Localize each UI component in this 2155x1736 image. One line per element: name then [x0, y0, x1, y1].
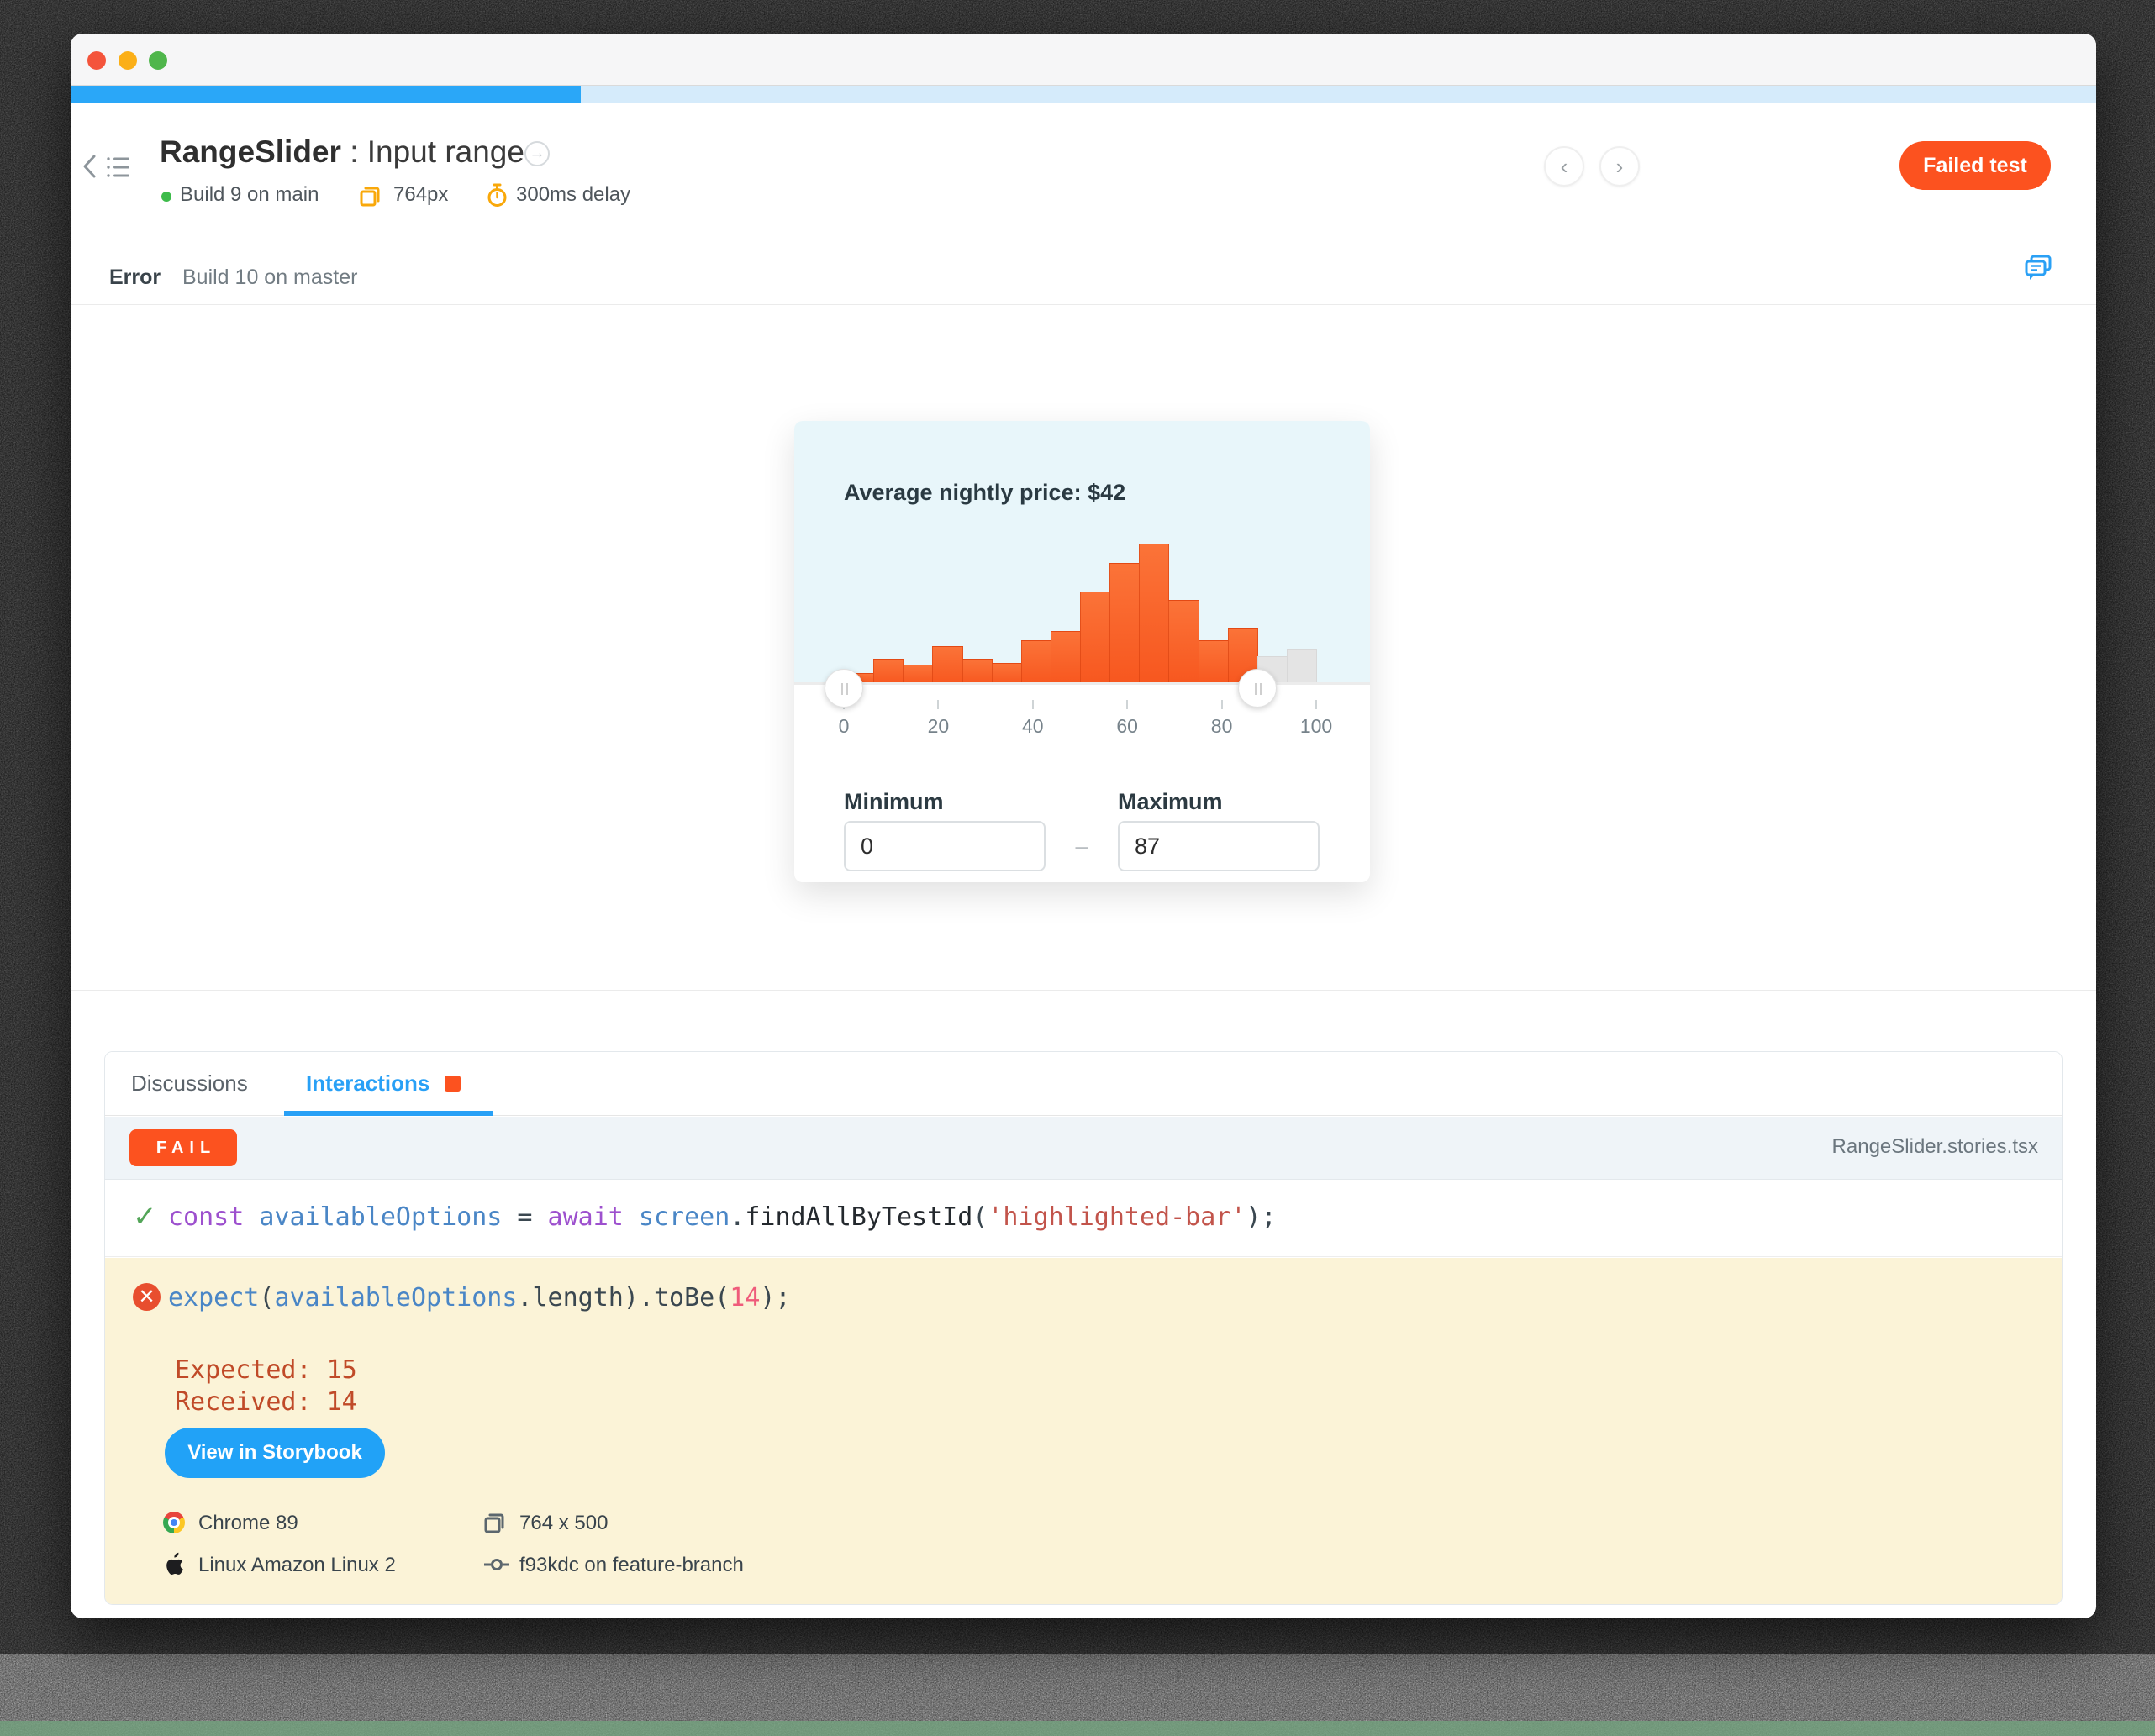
build-badge: Build 9 on main [180, 183, 319, 206]
axis-tick [1315, 700, 1317, 709]
axis-tick-label: 0 [838, 715, 850, 737]
highlighted-bar [1198, 640, 1229, 684]
highlighted-bar [1109, 563, 1141, 684]
story-list-icon[interactable] [106, 155, 131, 180]
slider-track[interactable] [794, 682, 1370, 685]
os-label: Linux Amazon Linux 2 [198, 1554, 396, 1576]
interaction-step-pass[interactable]: ✓ const availableOptions = await screen.… [105, 1181, 2062, 1257]
comments-icon[interactable] [2024, 254, 2052, 282]
commit-icon [484, 1559, 509, 1570]
minimum-input[interactable] [844, 821, 1046, 871]
maximum-label: Maximum [1118, 789, 1223, 814]
environment-info: Chrome 89 764 x 500 Linux Amazon Linux 2… [105, 1258, 2062, 1604]
commit-label: f93kdc on feature-branch [519, 1554, 744, 1576]
highlighted-bar [962, 659, 993, 684]
interactions-panel: Discussions Interactions FAIL RangeSlide… [104, 1051, 2063, 1605]
axis-tick [937, 700, 940, 709]
axis-tick [1220, 700, 1223, 709]
highlighted-bar [903, 665, 934, 684]
histogram-title: Average nightly price: $42 [844, 480, 1126, 505]
close-window-button[interactable] [87, 51, 106, 70]
title-separator: : [350, 134, 359, 169]
axis-tick-label: 20 [927, 715, 950, 737]
tab-interactions[interactable]: Interactions [306, 1071, 429, 1097]
page-title: RangeSlider : Input range [160, 134, 524, 170]
build-progress-done [71, 86, 582, 103]
slider-handle-max[interactable] [1237, 669, 1277, 708]
maximum-input[interactable] [1118, 821, 1320, 871]
viewport-icon [360, 187, 380, 207]
slider-handle-min[interactable] [825, 669, 863, 708]
code-line-pass: const availableOptions = await screen.fi… [168, 1202, 1277, 1232]
back-chevron-icon[interactable] [79, 150, 103, 183]
screenshot-stage: RangeSlider : Input range → Build 9 on m… [0, 0, 2155, 1736]
highlighted-bar [991, 663, 1022, 684]
test-result-row: FAIL RangeSlider.stories.tsx [105, 1117, 2062, 1180]
price-histogram [844, 544, 1317, 684]
viewport-size-label: 764 x 500 [519, 1512, 609, 1534]
previous-story-button[interactable]: ‹ [1544, 146, 1584, 187]
build-status-dot [161, 192, 171, 202]
preview-divider [71, 990, 2096, 991]
window-titlebar [71, 34, 2096, 86]
header-divider [71, 304, 2096, 305]
story-file-name: RangeSlider.stories.tsx [1831, 1135, 2038, 1158]
active-tab-underline [284, 1111, 493, 1116]
axis-tick-label: 100 [1299, 715, 1333, 737]
check-icon: ✓ [133, 1201, 157, 1233]
highlighted-bar [1139, 544, 1170, 684]
story-name: Input range [366, 134, 524, 169]
viewport-value: 764px [393, 183, 449, 206]
highlighted-bar [873, 659, 904, 684]
build-progress-bar [71, 86, 2096, 103]
minimum-label: Minimum [844, 789, 944, 814]
highlighted-bar [1050, 631, 1081, 684]
viewport-gray-icon [484, 1513, 504, 1533]
interaction-step-fail: ✕ expect(availableOptions.length).toBe(1… [105, 1258, 2062, 1604]
highlighted-bar [1168, 600, 1199, 684]
chrome-icon [163, 1512, 185, 1533]
maximize-window-button[interactable] [149, 51, 167, 70]
axis-tick-label: 60 [1116, 715, 1138, 737]
apple-icon [166, 1552, 183, 1576]
delay-stopwatch-icon [487, 183, 507, 207]
axis-tick-label: 80 [1210, 715, 1233, 737]
highlighted-bar [1080, 592, 1111, 684]
browser-label: Chrome 89 [198, 1512, 298, 1534]
status-label: Error [109, 266, 161, 289]
next-story-button[interactable]: › [1599, 146, 1640, 187]
status-build-label: Build 10 on master [182, 266, 358, 289]
highlighted-bar [1020, 640, 1051, 684]
muted-bar [1286, 649, 1317, 684]
open-story-arrow-icon[interactable]: → [524, 141, 550, 166]
minimize-window-button[interactable] [119, 51, 137, 70]
highlighted-bar [932, 646, 963, 684]
story-preview-card: Average nightly price: $42 0 20 40 60 80 100 … [794, 421, 1370, 882]
app-window: RangeSlider : Input range → Build 9 on m… [71, 34, 2096, 1618]
axis-tick [1031, 700, 1034, 709]
tab-discussions[interactable]: Discussions [131, 1071, 248, 1097]
range-separator: – [1075, 834, 1088, 859]
interactions-fail-square-icon [445, 1076, 461, 1092]
panel-tabs: Discussions Interactions [105, 1052, 2062, 1116]
delay-value: 300ms delay [516, 183, 631, 206]
axis-ticks: 0 20 40 60 80 100 [839, 700, 1332, 750]
axis-tick [1126, 700, 1129, 709]
axis-tick-label: 40 [1022, 715, 1044, 737]
failed-test-button[interactable]: Failed test [1899, 141, 2051, 190]
component-name: RangeSlider [160, 134, 341, 169]
fail-badge: FAIL [129, 1129, 237, 1166]
